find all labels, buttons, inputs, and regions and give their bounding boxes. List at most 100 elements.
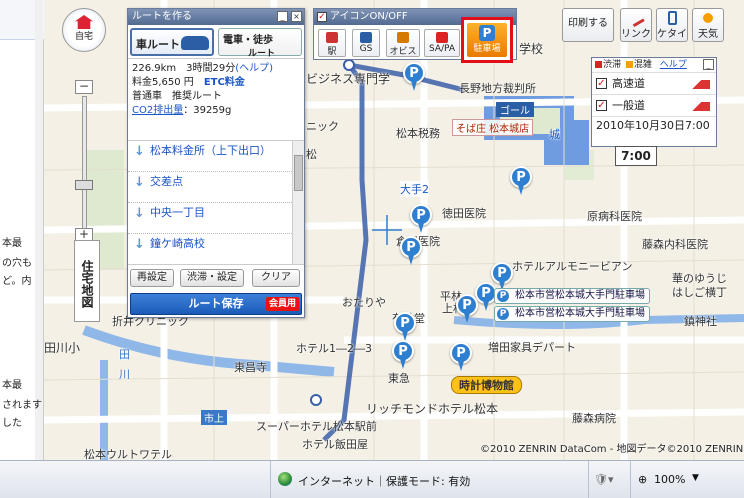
map-label: 鎮神社 [684,315,717,328]
sapa-icon-toggle[interactable]: SA/PA [424,29,460,57]
map-label: 長野地方裁判所 [459,82,536,95]
phone-icon [667,11,677,25]
close-button[interactable]: × [291,11,302,22]
traffic-settings-button[interactable]: 渋滞・設定 [180,269,244,287]
train-walk-route-button[interactable]: 電車・徒歩 ルート [218,28,302,59]
sun-icon [700,11,716,25]
route-step[interactable]: ↓ 鐘ケ崎高校 [128,234,304,264]
map-label-shop[interactable]: そば庄 松本城店 [452,119,534,136]
highway-checkbox[interactable]: ✓ [596,78,607,89]
minimize-button[interactable]: _ [277,11,288,22]
goal-marker[interactable]: ゴール [496,102,534,117]
route-step[interactable]: ↓ 松本料金所（上下出口） [128,141,304,172]
parking-pin[interactable]: P [394,312,416,342]
traffic-help-link[interactable]: ヘルプ [660,60,687,70]
security-zone-text: インターネット｜保護モード: 有効 [298,475,471,488]
link-icon [627,8,645,28]
steps-scrollbar[interactable] [292,141,304,264]
link-button[interactable]: リンク [620,8,652,42]
map-label-landmark[interactable]: 時計博物館 [451,376,522,394]
map-label: 徳田医院 [442,207,486,220]
parking-pin[interactable]: P [410,204,432,234]
weather-button[interactable]: 天気 [692,8,724,42]
parking-pin[interactable]: P [403,62,425,92]
parking-pin[interactable]: P [510,166,532,196]
globe-icon [278,472,292,486]
camera-icon [397,32,409,43]
traffic-panel: 渋滞 混雑 ヘルプ _ ✓ 高速道 ✓ 一般道 2010年10月30日7:00 [591,57,717,147]
station-icon-toggle[interactable]: 駅 [318,29,346,57]
map-label: 田川小 [44,341,81,355]
left-strip-text: した [2,418,22,429]
left-strip-text: されます [2,400,42,411]
map-label: はしご横丁 [672,286,727,299]
traffic-time-slider-flag[interactable]: 7:00 [615,146,657,166]
map-label: 川 [119,368,130,381]
general-road-checkbox[interactable]: ✓ [596,100,607,111]
house-icon [75,15,93,29]
traffic-minimize-button[interactable]: _ [703,59,714,70]
protected-mode-icon[interactable]: 🛡▾ [594,473,614,486]
left-strip-text: 本最 [2,238,22,249]
highway-toggle[interactable]: ✓ 高速道 [592,72,716,94]
parking-pin[interactable]: P [450,342,472,372]
map-label: 城 [549,128,560,141]
map-label: 松 [306,148,317,161]
route-steps-list: ↓ 松本料金所（上下出口） ↓ 交差点 ↓ 中央一丁目 ↓ 鐘ケ崎高校 [128,141,304,265]
zoom-out-button[interactable]: − [75,80,93,94]
map-label: ビジネス専門学 [306,72,391,86]
zoom-icon[interactable]: ⊕ [638,473,647,486]
map-label: 東昌寺 [234,361,267,374]
fuel-icon [360,32,372,43]
map-label: おたりや [342,296,386,309]
left-strip-text: の穴も [2,258,32,269]
left-page-strip: 本最 の穴も ど。内 本最 されます した [0,0,44,460]
left-strip-scrollbar[interactable] [35,0,43,460]
left-strip-text: ど。内 [2,276,32,287]
zoom-slider-track[interactable] [82,96,87,236]
help-link[interactable]: (ヘルプ) [235,63,273,74]
parking-pin[interactable]: P [392,340,414,370]
down-arrow-icon: ↓ [134,237,145,252]
residential-map-toggle[interactable]: 住宅地図 [74,240,100,322]
map-copyright: ©2010 ZENRIN DataCom - 地図データ©2010 ZENRIN [480,444,744,455]
traffic-ramp-icon [684,102,710,111]
car-route-button[interactable]: 車ルート [130,28,214,56]
zoom-level[interactable]: 100% [654,473,685,486]
map-label: 増田家具デパート [488,341,576,354]
print-button[interactable]: 印刷する [562,8,614,42]
parking-icon: P [479,25,495,41]
down-arrow-icon: ↓ [134,175,145,190]
parking-pin[interactable]: P [400,236,422,266]
route-step[interactable]: ↓ 交差点 [128,172,304,203]
co2-link[interactable]: CO2排出量 [132,105,183,116]
icon-toggle-checkbox[interactable]: ✓ [317,12,327,22]
parking-lot-tag[interactable]: P 松本市営松本城大手門駐車場 [494,288,650,304]
map-label: ホテル1―2―3 [296,342,372,355]
save-route-button[interactable]: ルート保存 会員用 [130,293,302,315]
parking-toggle-button[interactable]: P 駐車場 [461,17,513,63]
browser-status-bar: インターネット｜保護モード: 有効 🛡▾ ⊕ 100% ▼ [0,460,744,498]
home-button[interactable]: 自宅 [62,8,106,52]
general-road-toggle[interactable]: ✓ 一般道 [592,94,716,116]
parking-pin[interactable]: P [456,294,478,324]
traffic-datetime: 2010年10月30日7:00 [592,116,716,134]
reset-button[interactable]: 再設定 [130,269,174,287]
train-icon [326,32,338,43]
map-label: 東急 [388,372,410,385]
parking-lot-tag[interactable]: P 松本市営松本城大手門駐車場 [494,306,650,322]
route-step[interactable]: ↓ 中央一丁目 [128,203,304,234]
traffic-ramp-icon [684,80,710,89]
zoom-slider-knob[interactable] [75,180,93,190]
etc-fee-link[interactable]: ETC料金 [204,77,245,88]
car-icon [181,36,209,50]
map-label: 松本ウルトワテル [84,448,172,460]
mobile-button[interactable]: ケタイ [656,8,688,42]
orbis-icon-toggle[interactable]: オビス [386,29,420,57]
map-label: 藤森内科医院 [642,238,708,251]
map-label: 原病科医院 [587,210,642,223]
map-label: 田 [119,348,130,361]
clear-button[interactable]: クリア [252,269,300,287]
zoom-dropdown-arrow[interactable]: ▼ [692,473,699,483]
gas-station-icon-toggle[interactable]: GS [352,29,380,57]
